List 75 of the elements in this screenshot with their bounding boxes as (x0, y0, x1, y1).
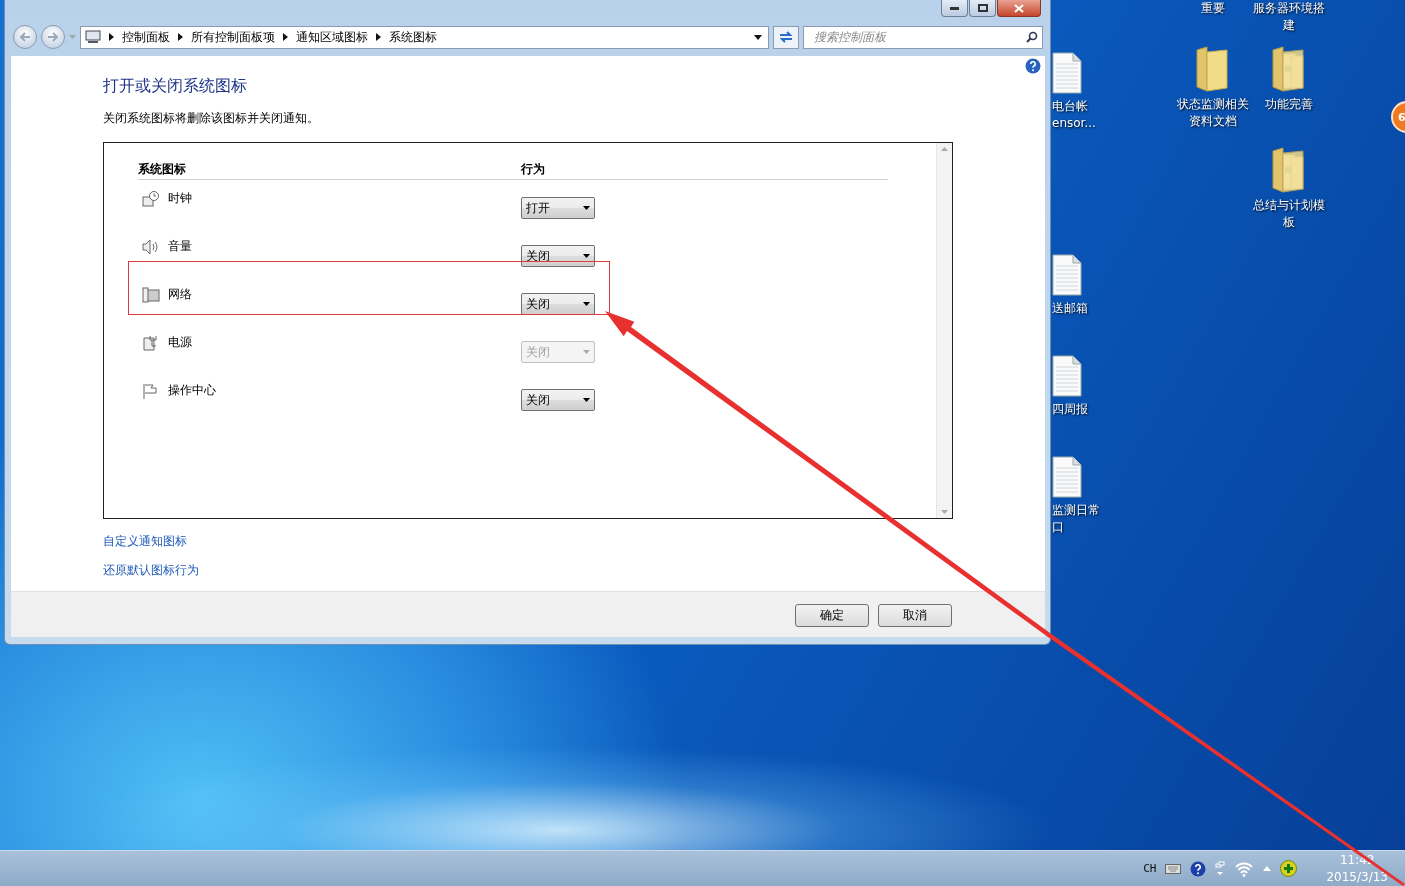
plus-circle-icon[interactable] (1280, 860, 1298, 877)
desktop-icon-label[interactable]: 功能完善 (1265, 96, 1313, 113)
folder-documents-icon (1271, 147, 1307, 193)
network-icon (142, 286, 160, 303)
folder-icon (1195, 46, 1231, 92)
minimize-button[interactable] (941, 0, 968, 17)
dropdown-caret-icon (583, 254, 590, 258)
system-icon-name: 电源 (168, 334, 192, 351)
search-icon[interactable] (1026, 31, 1038, 43)
computer-icon (85, 30, 101, 44)
back-arrow-icon (19, 32, 31, 42)
chevron-right-icon[interactable] (109, 33, 114, 41)
ok-button[interactable]: 确定 (795, 603, 869, 627)
dropdown-caret-icon (583, 350, 590, 354)
behavior-dropdown[interactable]: 关闭 (521, 293, 595, 315)
cancel-button[interactable]: 取消 (878, 603, 952, 627)
back-button[interactable] (13, 25, 37, 49)
desktop-icon-label[interactable]: 总结与计划模 板 (1253, 197, 1325, 231)
forward-arrow-icon (47, 32, 59, 42)
flag-icon (142, 382, 160, 399)
description-text: 关闭系统图标将删除该图标并关闭通知。 (103, 110, 320, 126)
dropdown-caret-icon (583, 302, 590, 306)
desktop-icon-label[interactable]: 四周报 (1052, 401, 1088, 418)
document-icon (1052, 355, 1082, 397)
breadcrumb-item[interactable]: 控制面板 (122, 28, 170, 46)
system-icon-name: 操作中心 (168, 382, 216, 399)
system-icon-name: 网络 (168, 286, 192, 303)
search-input[interactable]: 搜索控制面板 (812, 29, 1026, 45)
folder-documents-icon (1271, 46, 1307, 92)
desktop-icon-label[interactable]: 重要 (1201, 0, 1225, 17)
speaker-icon (142, 238, 160, 255)
address-bar[interactable]: 控制面板 所有控制面板项 通知区域图标 系统图标 (80, 25, 769, 49)
page-title: 打开或关闭系统图标 (103, 76, 248, 96)
system-icon-name: 时钟 (168, 190, 192, 207)
desktop-icon-label[interactable]: 监测日常 口 (1052, 502, 1100, 536)
breadcrumb-item[interactable]: 所有控制面板项 (191, 28, 275, 46)
chevron-right-icon[interactable] (178, 33, 183, 41)
behavior-dropdown[interactable]: 关闭 (521, 245, 595, 267)
help-icon[interactable] (1025, 58, 1041, 74)
document-icon (1052, 52, 1082, 94)
document-icon (1052, 254, 1082, 296)
refresh-button[interactable] (773, 25, 799, 49)
column-header: 行为 (521, 161, 546, 178)
chevron-right-icon[interactable] (376, 33, 381, 41)
link[interactable]: 自定义通知图标 (103, 533, 187, 549)
minimize-icon (950, 6, 959, 10)
dropdown-caret-icon (583, 206, 590, 210)
behavior-dropdown[interactable]: 关闭 (521, 389, 595, 411)
close-icon (1014, 3, 1024, 13)
dropdown-caret-icon[interactable] (754, 34, 762, 40)
desktop-icon-label[interactable]: 服务器环境搭 建 (1253, 0, 1325, 34)
power-plug-icon (142, 334, 160, 351)
clock-date: 2015/3/13 (1326, 868, 1388, 886)
link[interactable]: 还原默认图标行为 (103, 562, 199, 578)
dropdown-caret-icon (583, 398, 590, 402)
breadcrumb-item[interactable]: 系统图标 (389, 28, 437, 46)
behavior-dropdown[interactable]: 打开 (521, 197, 595, 219)
language-indicator[interactable]: CH (1143, 862, 1157, 875)
keyboard-icon[interactable] (1165, 863, 1182, 874)
refresh-arrows-icon (778, 30, 794, 44)
help-icon[interactable] (1190, 860, 1207, 877)
clock-icon (142, 190, 160, 207)
restore-icon (977, 4, 988, 12)
maximize-button[interactable] (969, 0, 996, 17)
system-icon-name: 音量 (168, 238, 192, 255)
desktop-icon-label[interactable]: 送邮箱 (1052, 300, 1088, 317)
column-header: 系统图标 (138, 161, 187, 178)
forward-button[interactable] (41, 25, 65, 49)
desktop-icon-label[interactable]: 电台帐 ensor... (1052, 98, 1096, 132)
breadcrumb-item[interactable]: 通知区域图标 (296, 28, 368, 46)
search-field[interactable]: 搜索控制面板 (803, 25, 1043, 49)
desktop-icon-label[interactable]: 状态监测相关 资料文档 (1177, 96, 1249, 130)
chevron-right-icon[interactable] (283, 33, 288, 41)
document-icon (1052, 456, 1082, 498)
close-button[interactable] (997, 0, 1041, 17)
